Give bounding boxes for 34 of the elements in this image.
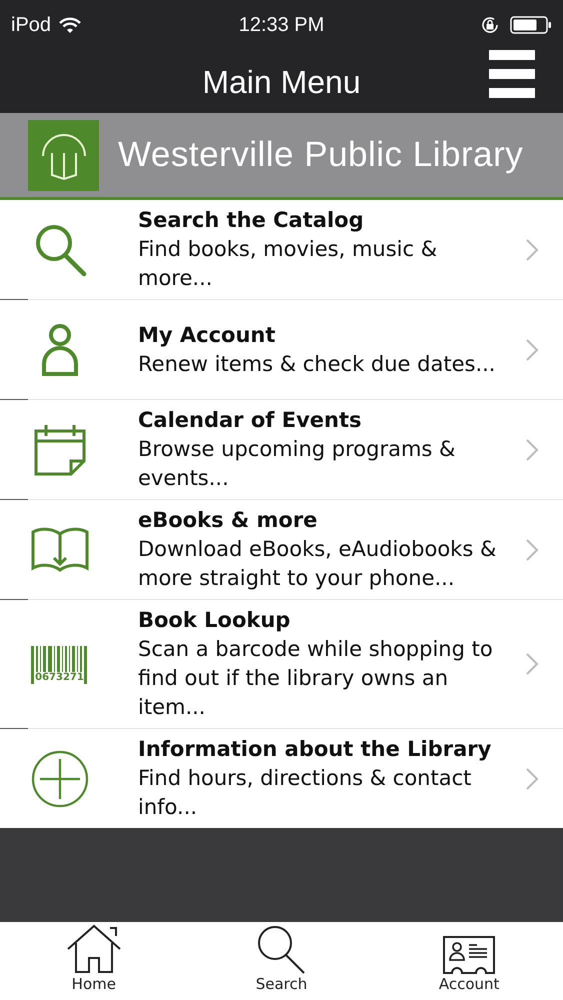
- chevron-icon: [524, 766, 538, 790]
- library-name: Westerville Public Library: [118, 134, 524, 176]
- home-icon: [66, 922, 122, 974]
- person-icon: [40, 322, 80, 378]
- chevron-icon: [524, 238, 538, 262]
- menu-item-description: Find books, movies, music & more...: [138, 236, 438, 292]
- menu-button[interactable]: [489, 50, 535, 98]
- chevron-icon: [524, 652, 538, 676]
- menu-item-description: Download eBooks, eAudiobooks & more straight to your phone...: [138, 536, 498, 592]
- status-time: 12:33 PM: [238, 13, 324, 38]
- chevron-icon: [524, 538, 538, 562]
- menu-item-title: Information about the Library: [138, 736, 492, 763]
- menu-item-title: Book Lookup: [138, 607, 292, 634]
- menu-item-description: Scan a barcode while shopping to find out if the library owns an item...: [138, 636, 494, 721]
- rotation-lock-icon: [480, 15, 500, 35]
- wifi-icon: [59, 16, 82, 34]
- tab-button[interactable]: Search: [226, 922, 336, 994]
- menu-item-description: Renew items & check due dates...: [138, 350, 496, 378]
- menu-item-description: Find hours, directions & contact info...: [138, 765, 472, 821]
- tab-button[interactable]: Home: [38, 922, 149, 994]
- menu-item-title: Search the Catalog: [138, 207, 365, 234]
- menu-item-title: Calendar of Events: [138, 407, 362, 434]
- tab-button[interactable]: Account: [414, 922, 524, 994]
- plus-circle-icon: [30, 750, 88, 808]
- screen-title: Main Menu: [202, 62, 361, 102]
- carrier-name: iPod: [11, 13, 52, 38]
- menu-item-title: My Account: [138, 322, 276, 348]
- menu-item-title: eBooks & more: [138, 507, 318, 534]
- library-logo-icon: [28, 120, 99, 190]
- book-download-icon: [30, 526, 90, 574]
- menu-item-description: Browse upcoming programs & events...: [138, 436, 456, 492]
- chevron-icon: [524, 338, 538, 362]
- battery-icon: [510, 15, 552, 35]
- chevron-icon: [524, 438, 538, 462]
